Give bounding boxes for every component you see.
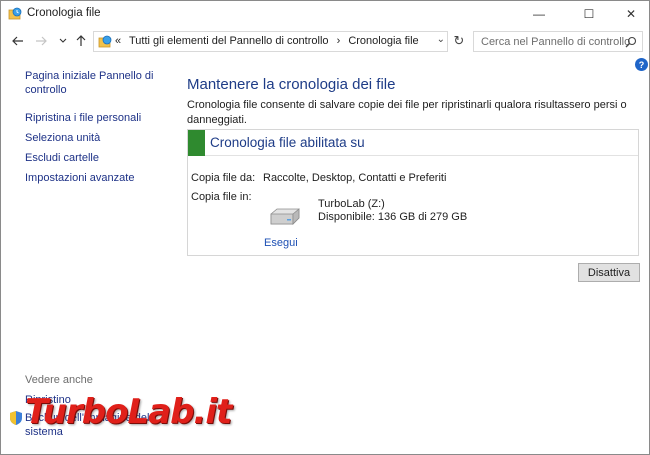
control-panel-icon xyxy=(98,35,112,48)
help-button[interactable]: ? xyxy=(635,58,648,71)
file-history-window: Cronologia file — ☐ ✕ « Tutti gli elemen… xyxy=(0,0,650,455)
arrow-right-icon xyxy=(36,36,47,46)
turbolab-watermark-logo: TurboLab.it xyxy=(25,392,232,432)
shield-icon xyxy=(10,411,22,425)
arrow-up-icon xyxy=(76,35,86,46)
status-accent-bar xyxy=(188,130,205,156)
back-button[interactable] xyxy=(9,32,27,50)
copy-to-label: Copia file in: xyxy=(191,191,252,203)
copy-from-label: Copia file da: xyxy=(191,172,256,184)
close-button[interactable]: ✕ xyxy=(609,1,650,27)
chevron-down-icon xyxy=(59,38,67,43)
title-bar: Cronologia file — ☐ ✕ xyxy=(1,1,649,27)
page-description: Cronologia file consente di salvare copi… xyxy=(187,99,627,126)
status-title: Cronologia file abilitata su xyxy=(210,135,365,150)
run-now-link[interactable]: Esegui xyxy=(264,237,298,249)
file-history-app-icon xyxy=(8,7,22,20)
address-prefix[interactable]: « xyxy=(115,35,121,47)
recent-locations-button[interactable] xyxy=(54,32,72,50)
search-placeholder: Cerca nel Pannello di controllo xyxy=(481,36,631,48)
disable-button[interactable]: Disattiva xyxy=(578,263,640,282)
sidebar-item-control-panel-home[interactable]: Pagina iniziale Pannello di controllo xyxy=(25,69,165,97)
refresh-button[interactable]: ↻ xyxy=(450,32,468,50)
sidebar-item-exclude-folders[interactable]: Escludi cartelle xyxy=(25,151,165,165)
breadcrumb-separator[interactable]: › xyxy=(337,35,341,47)
sidebar-item-select-drive[interactable]: Seleziona unità xyxy=(25,131,165,145)
arrow-left-icon xyxy=(12,36,23,46)
breadcrumb-item-control-panel[interactable]: Tutti gli elementi del Pannello di contr… xyxy=(129,35,329,47)
forward-button[interactable] xyxy=(32,32,50,50)
sidebar-item-restore-personal-files[interactable]: Ripristina i file personali xyxy=(25,111,165,125)
see-also-heading: Vedere anche xyxy=(25,374,93,386)
status-panel-header: Cronologia file abilitata su xyxy=(188,130,638,156)
breadcrumb: « Tutti gli elementi del Pannello di con… xyxy=(115,35,424,47)
minimize-button[interactable]: — xyxy=(517,1,561,27)
address-dropdown-icon[interactable]: ⌄ xyxy=(437,34,445,45)
drive-name: TurboLab (Z:) xyxy=(318,198,385,210)
drive-free-space: Disponibile: 136 GB di 279 GB xyxy=(318,211,468,223)
maximize-button[interactable]: ☐ xyxy=(567,1,611,27)
copy-from-value: Raccolte, Desktop, Contatti e Preferiti xyxy=(263,172,447,184)
up-button[interactable] xyxy=(72,32,90,50)
breadcrumb-item-file-history[interactable]: Cronologia file xyxy=(348,35,418,47)
window-title: Cronologia file xyxy=(27,7,101,19)
search-icon[interactable] xyxy=(625,36,637,48)
file-history-status-panel: Cronologia file abilitata su Copia file … xyxy=(187,129,639,256)
sidebar-item-advanced-settings[interactable]: Impostazioni avanzate xyxy=(25,171,165,185)
address-bar[interactable]: « Tutti gli elementi del Pannello di con… xyxy=(93,31,448,52)
hard-drive-icon xyxy=(270,208,300,225)
navigation-bar: « Tutti gli elementi del Pannello di con… xyxy=(1,28,649,56)
refresh-icon: ↻ xyxy=(453,33,465,48)
page-title: Mantenere la cronologia dei file xyxy=(187,76,396,93)
search-input[interactable]: Cerca nel Pannello di controllo xyxy=(473,31,643,52)
